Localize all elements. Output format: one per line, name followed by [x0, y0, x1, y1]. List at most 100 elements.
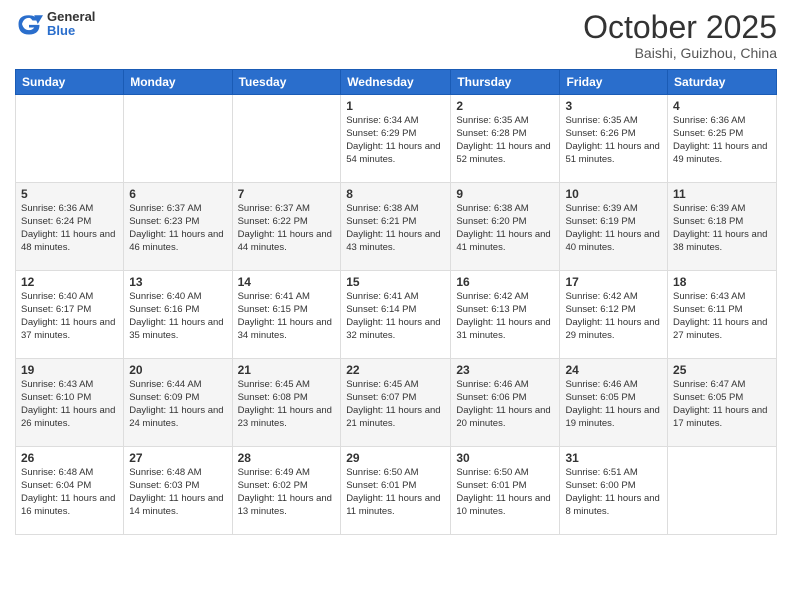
table-row: 5 Sunrise: 6:36 AM Sunset: 6:24 PM Daylig…	[16, 183, 124, 271]
table-row: 11 Sunrise: 6:39 AM Sunset: 6:18 PM Dayli…	[668, 183, 777, 271]
day-info: Sunrise: 6:35 AM Sunset: 6:28 PM Dayligh…	[456, 115, 554, 166]
day-info: Sunrise: 6:47 AM Sunset: 6:05 PM Dayligh…	[673, 379, 771, 430]
table-row: 19 Sunrise: 6:43 AM Sunset: 6:10 PM Dayli…	[16, 359, 124, 447]
day-number: 21	[238, 363, 336, 377]
col-wednesday: Wednesday	[341, 70, 451, 95]
day-number: 2	[456, 99, 554, 113]
calendar-week-row: 19 Sunrise: 6:43 AM Sunset: 6:10 PM Dayli…	[16, 359, 777, 447]
table-row: 8 Sunrise: 6:38 AM Sunset: 6:21 PM Daylig…	[341, 183, 451, 271]
day-info: Sunrise: 6:43 AM Sunset: 6:11 PM Dayligh…	[673, 291, 771, 342]
day-number: 17	[565, 275, 662, 289]
calendar-week-row: 12Sunrise: 6:40 AM Sunset: 6:17 PM Dayli…	[16, 271, 777, 359]
table-row: 23Sunrise: 6:46 AM Sunset: 6:06 PM Dayli…	[451, 359, 560, 447]
day-info: Sunrise: 6:48 AM Sunset: 6:04 PM Dayligh…	[21, 467, 118, 518]
table-row: 17 Sunrise: 6:42 AM Sunset: 6:12 PM Dayli…	[560, 271, 668, 359]
table-row: 4 Sunrise: 6:36 AM Sunset: 6:25 PM Daylig…	[668, 95, 777, 183]
day-number: 22	[346, 363, 445, 377]
day-info: Sunrise: 6:51 AM Sunset: 6:00 PM Dayligh…	[565, 467, 662, 518]
day-number: 28	[238, 451, 336, 465]
day-info: Sunrise: 6:36 AM Sunset: 6:25 PM Dayligh…	[673, 115, 771, 166]
day-number: 24	[565, 363, 662, 377]
logo-text: General Blue	[47, 10, 95, 39]
page-header: General Blue October 2025 Baishi, Guizho…	[15, 10, 777, 61]
table-row: 26 Sunrise: 6:48 AM Sunset: 6:04 PM Dayli…	[16, 447, 124, 535]
day-info: Sunrise: 6:49 AM Sunset: 6:02 PM Dayligh…	[238, 467, 336, 518]
col-friday: Friday	[560, 70, 668, 95]
day-info: Sunrise: 6:40 AM Sunset: 6:16 PM Dayligh…	[129, 291, 226, 342]
day-info: Sunrise: 6:42 AM Sunset: 6:12 PM Dayligh…	[565, 291, 662, 342]
day-info: Sunrise: 6:38 AM Sunset: 6:20 PM Dayligh…	[456, 203, 554, 254]
table-row: 1Sunrise: 6:34 AM Sunset: 6:29 PM Daylig…	[341, 95, 451, 183]
day-info: Sunrise: 6:38 AM Sunset: 6:21 PM Dayligh…	[346, 203, 445, 254]
table-row: 28 Sunrise: 6:49 AM Sunset: 6:02 PM Dayli…	[232, 447, 341, 535]
day-number: 5	[21, 187, 118, 201]
day-info: Sunrise: 6:37 AM Sunset: 6:23 PM Dayligh…	[129, 203, 226, 254]
day-info: Sunrise: 6:50 AM Sunset: 6:01 PM Dayligh…	[456, 467, 554, 518]
day-number: 13	[129, 275, 226, 289]
day-info: Sunrise: 6:43 AM Sunset: 6:10 PM Dayligh…	[21, 379, 118, 430]
table-row: 25 Sunrise: 6:47 AM Sunset: 6:05 PM Dayli…	[668, 359, 777, 447]
calendar-week-row: 5 Sunrise: 6:36 AM Sunset: 6:24 PM Daylig…	[16, 183, 777, 271]
month-title: October 2025	[583, 10, 777, 45]
day-number: 30	[456, 451, 554, 465]
location: Baishi, Guizhou, China	[583, 45, 777, 61]
day-number: 16	[456, 275, 554, 289]
table-row: 22Sunrise: 6:45 AM Sunset: 6:07 PM Dayli…	[341, 359, 451, 447]
table-row: 9 Sunrise: 6:38 AM Sunset: 6:20 PM Daylig…	[451, 183, 560, 271]
table-row	[124, 95, 232, 183]
table-row: 29 Sunrise: 6:50 AM Sunset: 6:01 PM Dayli…	[341, 447, 451, 535]
day-number: 29	[346, 451, 445, 465]
day-info: Sunrise: 6:41 AM Sunset: 6:15 PM Dayligh…	[238, 291, 336, 342]
day-number: 18	[673, 275, 771, 289]
title-section: October 2025 Baishi, Guizhou, China	[583, 10, 777, 61]
day-number: 31	[565, 451, 662, 465]
day-number: 1	[346, 99, 445, 113]
col-sunday: Sunday	[16, 70, 124, 95]
day-number: 15	[346, 275, 445, 289]
calendar-header-row: Sunday Monday Tuesday Wednesday Thursday…	[16, 70, 777, 95]
day-info: Sunrise: 6:45 AM Sunset: 6:08 PM Dayligh…	[238, 379, 336, 430]
day-info: Sunrise: 6:42 AM Sunset: 6:13 PM Dayligh…	[456, 291, 554, 342]
day-info: Sunrise: 6:48 AM Sunset: 6:03 PM Dayligh…	[129, 467, 226, 518]
table-row	[232, 95, 341, 183]
logo-blue: Blue	[47, 24, 95, 38]
table-row: 2 Sunrise: 6:35 AM Sunset: 6:28 PM Daylig…	[451, 95, 560, 183]
day-number: 11	[673, 187, 771, 201]
logo-general: General	[47, 10, 95, 24]
day-number: 26	[21, 451, 118, 465]
logo-icon	[15, 10, 43, 38]
col-monday: Monday	[124, 70, 232, 95]
day-info: Sunrise: 6:46 AM Sunset: 6:05 PM Dayligh…	[565, 379, 662, 430]
table-row: 7 Sunrise: 6:37 AM Sunset: 6:22 PM Daylig…	[232, 183, 341, 271]
day-info: Sunrise: 6:41 AM Sunset: 6:14 PM Dayligh…	[346, 291, 445, 342]
day-info: Sunrise: 6:37 AM Sunset: 6:22 PM Dayligh…	[238, 203, 336, 254]
table-row: 6Sunrise: 6:37 AM Sunset: 6:23 PM Daylig…	[124, 183, 232, 271]
table-row: 10Sunrise: 6:39 AM Sunset: 6:19 PM Dayli…	[560, 183, 668, 271]
day-number: 7	[238, 187, 336, 201]
day-info: Sunrise: 6:50 AM Sunset: 6:01 PM Dayligh…	[346, 467, 445, 518]
table-row: 27Sunrise: 6:48 AM Sunset: 6:03 PM Dayli…	[124, 447, 232, 535]
day-info: Sunrise: 6:36 AM Sunset: 6:24 PM Dayligh…	[21, 203, 118, 254]
table-row: 16 Sunrise: 6:42 AM Sunset: 6:13 PM Dayli…	[451, 271, 560, 359]
day-number: 9	[456, 187, 554, 201]
table-row: 20Sunrise: 6:44 AM Sunset: 6:09 PM Dayli…	[124, 359, 232, 447]
table-row: 18 Sunrise: 6:43 AM Sunset: 6:11 PM Dayli…	[668, 271, 777, 359]
day-number: 8	[346, 187, 445, 201]
calendar-week-row: 26 Sunrise: 6:48 AM Sunset: 6:04 PM Dayli…	[16, 447, 777, 535]
logo: General Blue	[15, 10, 95, 39]
table-row: 21 Sunrise: 6:45 AM Sunset: 6:08 PM Dayli…	[232, 359, 341, 447]
day-number: 4	[673, 99, 771, 113]
day-number: 14	[238, 275, 336, 289]
day-number: 19	[21, 363, 118, 377]
day-info: Sunrise: 6:39 AM Sunset: 6:18 PM Dayligh…	[673, 203, 771, 254]
day-number: 3	[565, 99, 662, 113]
col-thursday: Thursday	[451, 70, 560, 95]
calendar-table: Sunday Monday Tuesday Wednesday Thursday…	[15, 69, 777, 535]
day-number: 12	[21, 275, 118, 289]
day-number: 10	[565, 187, 662, 201]
table-row	[16, 95, 124, 183]
day-number: 25	[673, 363, 771, 377]
table-row: 12Sunrise: 6:40 AM Sunset: 6:17 PM Dayli…	[16, 271, 124, 359]
calendar-week-row: 1Sunrise: 6:34 AM Sunset: 6:29 PM Daylig…	[16, 95, 777, 183]
table-row: 24 Sunrise: 6:46 AM Sunset: 6:05 PM Dayli…	[560, 359, 668, 447]
